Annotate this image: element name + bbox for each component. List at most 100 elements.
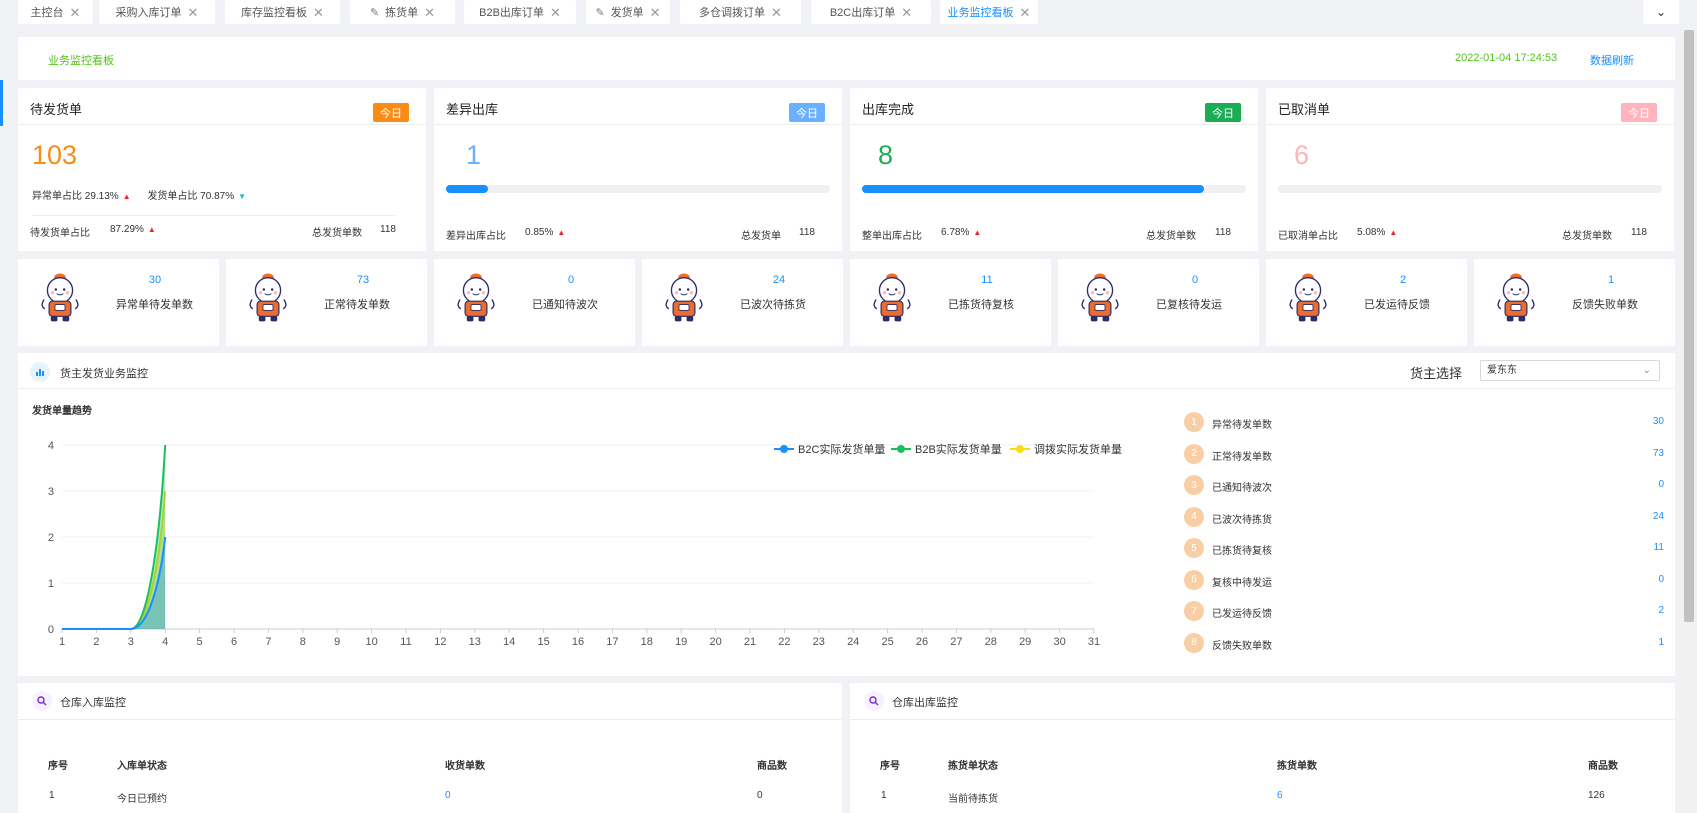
column-header: 拣货单数 <box>1277 761 1317 772</box>
refresh-data-link[interactable]: 数据刷新 <box>1590 52 1634 68</box>
progress-fill <box>446 185 489 193</box>
status-card[interactable]: 1 反馈失败单数 <box>1474 259 1675 346</box>
table-cell-link[interactable]: 6 <box>1277 790 1283 801</box>
tab-8[interactable]: B2C出库订单 ✕ <box>811 0 931 24</box>
ranking-item: 6 复核中待发运 0 <box>1184 569 1664 592</box>
rank-value[interactable]: 0 <box>1658 479 1664 490</box>
mascot-icon <box>866 269 928 335</box>
status-card[interactable]: 11 已拣货待复核 <box>850 259 1051 346</box>
rank-value[interactable]: 73 <box>1653 448 1664 459</box>
x-tick-label: 31 <box>1088 636 1100 648</box>
progress-bar <box>446 185 830 193</box>
status-card[interactable]: 30 异常单待发单数 <box>18 259 219 346</box>
divider <box>434 124 842 125</box>
ranking-item: 4 已波次待拣货 24 <box>1184 506 1664 529</box>
tab-label: 发货单 <box>610 7 644 19</box>
mascot-icon <box>34 269 96 335</box>
x-tick-label: 9 <box>334 636 340 648</box>
kpi-card-pending-shipment: 待发货单 今日 103 异常单占比 29.13% ▲ 发货单占比 70.87% ▼ … <box>18 88 426 251</box>
rank-value[interactable]: 11 <box>1654 542 1664 553</box>
rank-label: 已发运待反馈 <box>1212 609 1272 620</box>
status-card[interactable]: 0 已复核待发运 <box>1058 259 1259 346</box>
kpi-value: 103 <box>32 140 78 170</box>
column-header: 商品数 <box>1588 761 1618 772</box>
tab-3[interactable]: 库存监控看板 ✕ <box>225 0 340 24</box>
status-card[interactable]: 73 正常待发单数 <box>226 259 427 346</box>
owner-select[interactable]: 爱东东 ⌄ <box>1480 360 1660 381</box>
status-count: 73 <box>356 274 370 286</box>
x-tick-label: 7 <box>265 636 271 648</box>
close-icon[interactable]: ✕ <box>188 6 199 19</box>
tab-5[interactable]: B2B出库订单 ✕ <box>464 0 576 24</box>
refresh-timestamp: 2022-01-04 17:24:53 <box>1455 52 1558 64</box>
status-card[interactable]: 2 已发运待反馈 <box>1266 259 1467 346</box>
y-tick-label: 0 <box>48 624 54 636</box>
x-tick-label: 23 <box>813 636 825 648</box>
ranking-item: 7 已发运待反馈 2 <box>1184 601 1664 623</box>
divider <box>18 719 842 720</box>
ranking-item: 3 已通知待波次 0 <box>1184 475 1664 497</box>
tab-dropdown-button[interactable]: ⌄ <box>1643 0 1679 24</box>
rank-badge: 5 <box>1184 538 1204 558</box>
foot-label: 差异出库占比 <box>446 231 506 242</box>
foot-label: 已取消单占比 <box>1278 231 1338 242</box>
rank-label: 已通知待波次 <box>1212 483 1272 494</box>
scrollbar-thumb[interactable] <box>1684 30 1694 622</box>
close-icon[interactable]: ✕ <box>313 6 324 19</box>
kpi-title: 待发货单 <box>30 102 83 117</box>
close-icon[interactable]: ✕ <box>650 6 661 19</box>
status-card[interactable]: 0 已通知待波次 <box>434 259 635 346</box>
rank-value[interactable]: 2 <box>1658 605 1664 616</box>
rank-value[interactable]: 1 <box>1658 637 1664 648</box>
shipment-trend-chart: 012341 2 3 4 5 6 7 8 9 10 11 12 13 14 15 16 17 18 19 20 21 22… <box>48 440 1122 648</box>
tab-7[interactable]: 多仓调拨订单 ✕ <box>680 0 801 24</box>
today-badge: 今日 <box>1621 103 1657 122</box>
tab-9[interactable]: 业务监控看板 ✕ <box>940 0 1038 24</box>
close-icon[interactable]: ✕ <box>771 6 782 19</box>
x-tick-label: 20 <box>709 636 721 648</box>
legend-label: B2C实际发货单量 <box>798 442 885 456</box>
close-icon[interactable]: ✕ <box>550 6 561 19</box>
close-icon[interactable]: ✕ <box>1020 6 1031 19</box>
tab-label: 采购入库订单 <box>115 7 182 19</box>
ranking-item: 8 反馈失败单数 1 <box>1184 632 1664 655</box>
tab-1[interactable]: 主控台 ✕ <box>18 0 93 24</box>
up-arrow-icon: ▲ <box>122 192 131 201</box>
x-tick-label: 22 <box>778 636 790 648</box>
page-title: 业务监控看板 <box>48 55 114 67</box>
pen-icon: ✎ <box>595 6 605 19</box>
rank-label: 异常待发单数 <box>1212 420 1272 431</box>
rank-value[interactable]: 30 <box>1653 416 1664 427</box>
close-icon[interactable]: ✕ <box>901 6 912 19</box>
legend-marker <box>1016 445 1024 453</box>
section-title: 仓库出库监控 <box>892 697 958 709</box>
tab-label: B2B出库订单 <box>479 7 544 19</box>
x-tick-label: 6 <box>231 636 237 648</box>
table-cell: 126 <box>1588 790 1605 801</box>
tab-6[interactable]: ✎ 发货单 ✕ <box>586 0 670 24</box>
rank-value[interactable]: 24 <box>1653 511 1664 522</box>
total-label: 总发货单数 <box>1146 231 1196 242</box>
search-icon <box>32 691 52 711</box>
mascot-icon <box>450 269 512 335</box>
tab-2[interactable]: 采购入库订单 ✕ <box>99 0 215 24</box>
x-tick-label: 10 <box>365 636 377 648</box>
mascot-icon <box>1282 269 1344 335</box>
today-badge: 今日 <box>373 103 409 122</box>
y-tick-label: 4 <box>48 440 54 452</box>
status-card[interactable]: 24 已波次待拣货 <box>642 259 843 346</box>
tab-4[interactable]: ✎ 拣货单 ✕ <box>350 0 455 24</box>
up-arrow-icon: ▲ <box>147 225 156 234</box>
total-value: 118 <box>1631 227 1647 238</box>
tab-label: 拣货单 <box>385 7 419 19</box>
status-label: 反馈失败单数 <box>1572 299 1638 311</box>
table-cell-link[interactable]: 0 <box>445 790 451 801</box>
tab-label: B2C出库订单 <box>829 7 896 19</box>
up-arrow-icon: ▲ <box>973 228 982 237</box>
ratio-line: 异常单占比 29.13% ▲ 发货单占比 70.87% ▼ <box>32 187 246 202</box>
close-icon[interactable]: ✕ <box>424 6 435 19</box>
status-count: 1 <box>1607 274 1615 286</box>
y-tick-label: 3 <box>48 486 54 498</box>
rank-value[interactable]: 0 <box>1658 574 1664 585</box>
close-icon[interactable]: ✕ <box>70 6 81 19</box>
